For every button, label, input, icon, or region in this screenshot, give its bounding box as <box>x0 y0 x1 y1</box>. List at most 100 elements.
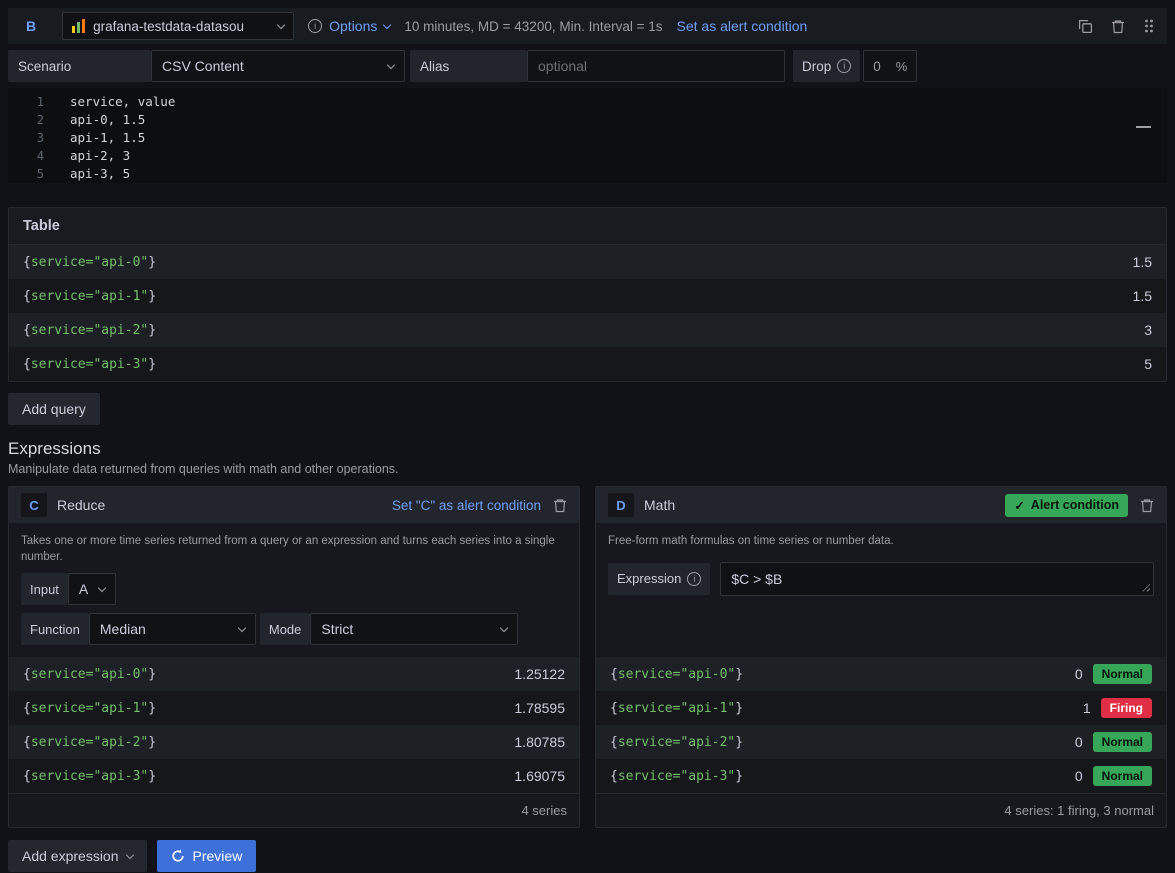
state-badge: Normal <box>1093 766 1152 786</box>
brace-close: } <box>148 357 156 372</box>
series-text: service="api-1" <box>31 289 148 304</box>
result-row: {service="api-1"} 1 Firing <box>596 691 1166 725</box>
scenario-select[interactable]: CSV Content <box>151 50 405 82</box>
reduce-expression-card: C Reduce Set "C" as alert condition Take… <box>8 486 580 828</box>
drop-percent-input[interactable] <box>873 59 891 74</box>
brace-close: } <box>148 701 156 716</box>
series-text: service="api-0" <box>31 667 148 682</box>
query-header-actions <box>1078 18 1155 34</box>
brace-close: } <box>735 701 743 716</box>
reduce-card-controls: Takes one or more time series returned f… <box>9 523 579 657</box>
table-row: {service="api-3"} 5 <box>9 347 1166 381</box>
trash-icon <box>1140 498 1154 513</box>
expression-value: $C > $B <box>731 571 782 587</box>
duplicate-query-button[interactable] <box>1078 19 1093 34</box>
expression-label-text: Expression <box>617 571 681 586</box>
brace-open: { <box>610 701 618 716</box>
trash-icon <box>1111 19 1125 34</box>
series-text: service="api-3" <box>31 769 148 784</box>
bottom-actions: Add expression Preview <box>8 840 1167 872</box>
function-select[interactable]: Median <box>89 613 256 645</box>
drag-handle-icon <box>1143 18 1155 34</box>
info-icon <box>308 19 322 33</box>
line-number: 4 <box>8 147 70 165</box>
series-label: {service="api-0"} <box>610 667 743 682</box>
datasource-picker[interactable]: grafana-testdata-datasou <box>62 12 294 40</box>
series-text: service="api-2" <box>31 323 148 338</box>
series-value: 3 <box>1144 322 1152 338</box>
brace-close: } <box>148 667 156 682</box>
result-row: {service="api-1"} 1.78595 <box>9 691 579 725</box>
reduce-input-row: Input A <box>21 573 567 605</box>
series-value: 5 <box>1144 356 1152 372</box>
table-preview-panel: Table {service="api-0"} 1.5 {service="ap… <box>8 207 1167 382</box>
testdata-datasource-icon <box>72 19 85 33</box>
add-query-button[interactable]: Add query <box>8 393 100 425</box>
brace-open: { <box>23 769 31 784</box>
check-icon: ✓ <box>1014 498 1024 513</box>
preview-button[interactable]: Preview <box>157 840 257 872</box>
result-row: {service="api-0"} 1.25122 <box>9 657 579 691</box>
set-alert-condition-link[interactable]: Set as alert condition <box>677 18 808 34</box>
series-label: {service="api-3"} <box>23 357 156 372</box>
delete-query-button[interactable] <box>1111 19 1125 34</box>
brace-open: { <box>610 735 618 750</box>
code-line: 1 service, value <box>8 93 1167 111</box>
brace-close: } <box>148 323 156 338</box>
query-ref-id: B <box>26 18 36 34</box>
scenario-controls-row: Scenario CSV Content Alias Drop % <box>8 50 1167 82</box>
math-results: {service="api-0"} 0 Normal {service="api… <box>596 657 1166 793</box>
percent-suffix: % <box>896 59 908 74</box>
series-value: 0 <box>1075 768 1083 784</box>
copy-icon <box>1078 19 1093 34</box>
series-label: {service="api-1"} <box>610 701 743 716</box>
math-series-count: 4 series: 1 firing, 3 normal <box>596 793 1166 827</box>
series-label: {service="api-1"} <box>23 289 156 304</box>
brace-open: { <box>23 357 31 372</box>
expressions-subtitle: Manipulate data returned from queries wi… <box>8 462 1167 476</box>
reduce-card-header: C Reduce Set "C" as alert condition <box>9 487 579 523</box>
mode-select[interactable]: Strict <box>310 613 518 645</box>
add-expression-button[interactable]: Add expression <box>8 840 147 872</box>
series-value: 1.69075 <box>514 768 565 784</box>
series-text: service="api-2" <box>31 735 148 750</box>
code-line: 4 api-2, 3 <box>8 147 1167 165</box>
math-expression-row: Expression $C > $B <box>608 562 1154 596</box>
series-text: service="api-1" <box>618 701 735 716</box>
brace-open: { <box>23 255 31 270</box>
drag-query-handle[interactable] <box>1143 18 1155 34</box>
brace-open: { <box>23 735 31 750</box>
brace-open: { <box>23 667 31 682</box>
code-text: api-3, 5 <box>70 165 130 183</box>
table-row: {service="api-2"} 3 <box>9 313 1166 347</box>
line-number: 2 <box>8 111 70 129</box>
code-line: 5 api-3, 5 <box>8 165 1167 183</box>
set-c-alert-condition-link[interactable]: Set "C" as alert condition <box>392 498 541 513</box>
info-icon <box>837 59 851 73</box>
csv-content-editor[interactable]: 1 service, value 2 api-0, 1.5 3 api-1, 1… <box>8 88 1167 183</box>
delete-expression-button[interactable] <box>1140 498 1154 513</box>
alias-input[interactable] <box>527 50 785 82</box>
editor-minimap-marker <box>1136 126 1151 128</box>
chevron-down-icon <box>383 20 391 28</box>
code-line: 2 api-0, 1.5 <box>8 111 1167 129</box>
query-header: B grafana-testdata-datasou Options 10 mi… <box>8 8 1167 44</box>
result-row: {service="api-2"} 0 Normal <box>596 725 1166 759</box>
math-expression-input[interactable]: $C > $B <box>720 562 1154 596</box>
chevron-down-icon <box>277 20 285 28</box>
reduce-series-count: 4 series <box>9 793 579 827</box>
scenario-label: Scenario <box>8 50 151 82</box>
series-label: {service="api-1"} <box>23 701 156 716</box>
reduce-input-select[interactable]: A <box>68 573 116 605</box>
brace-close: } <box>735 735 743 750</box>
series-value: 0 <box>1075 734 1083 750</box>
series-value: 1.5 <box>1133 288 1152 304</box>
table-row: {service="api-0"} 1.5 <box>9 245 1166 279</box>
math-card-controls: Free-form math formulas on time series o… <box>596 523 1166 657</box>
delete-expression-button[interactable] <box>553 498 567 513</box>
chevron-down-icon <box>387 60 395 68</box>
expression-cards: C Reduce Set "C" as alert condition Take… <box>8 486 1167 828</box>
alias-label: Alias <box>410 50 527 82</box>
query-options-toggle[interactable]: Options <box>308 18 390 34</box>
brace-close: } <box>148 289 156 304</box>
